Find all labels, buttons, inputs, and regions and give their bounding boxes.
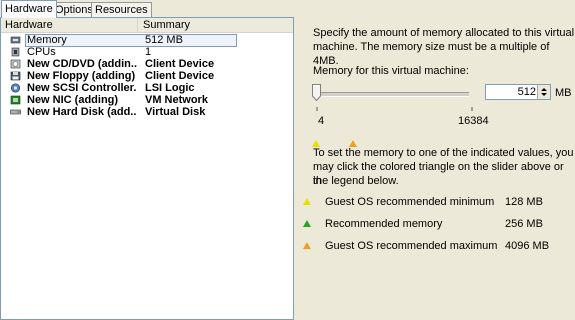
legend-recommended[interactable]: Recommended memory 256 MB	[303, 218, 563, 232]
slider-min-label: 4	[318, 115, 325, 127]
cd-dvd-icon	[10, 59, 21, 69]
scsi-controller-icon	[10, 83, 21, 93]
memory-description-line-1: Specify the amount of memory allocated t…	[313, 27, 575, 39]
hardware-list: Hardware Summary Memory 512 MB CPUs 1 Ne…	[0, 17, 294, 320]
legend-label: Recommended memory	[325, 218, 443, 230]
maximum-triangle-icon[interactable]	[303, 242, 311, 249]
hardware-row-name: New NIC (adding)	[27, 94, 119, 106]
memory-spinner[interactable]: 512	[485, 84, 551, 100]
legend-amount: 128 MB	[505, 196, 543, 208]
hard-disk-icon	[10, 109, 21, 115]
spinner-arrows[interactable]	[537, 85, 550, 99]
legend-amount: 4096 MB	[505, 240, 550, 252]
slider-max-label: 16384	[458, 115, 489, 127]
cpu-icon	[11, 47, 20, 57]
hardware-row-scsi-controller[interactable]: New SCSI Controller... LSI Logic	[1, 82, 293, 94]
tab-resources[interactable]: Resources	[91, 2, 152, 17]
hardware-row-summary: Virtual Disk	[145, 106, 206, 118]
hardware-row-summary: LSI Logic	[145, 82, 195, 94]
minimum-triangle-icon[interactable]	[303, 198, 311, 205]
hardware-row-summary: Client Device	[145, 70, 215, 82]
hardware-list-header: Hardware Summary	[1, 18, 293, 33]
memory-label: Memory for this virtual machine:	[313, 65, 469, 77]
tab-hardware[interactable]: Hardware	[1, 0, 57, 18]
memory-slider-ticks	[316, 107, 473, 111]
hardware-row-name: New SCSI Controller...	[27, 82, 137, 94]
legend-minimum[interactable]: Guest OS recommended minimum 128 MB	[303, 196, 563, 210]
legend-label: Guest OS recommended minimum	[325, 196, 495, 208]
spinner-up-icon[interactable]	[541, 88, 547, 91]
hardware-row-name: New Hard Disk (add...	[27, 106, 137, 118]
memory-unit-label: MB	[555, 87, 572, 99]
hardware-row-cd-dvd[interactable]: New CD/DVD (addin... Client Device	[1, 58, 293, 70]
nic-icon	[10, 95, 21, 105]
hardware-row-name: Memory	[27, 34, 67, 46]
hardware-row-nic[interactable]: New NIC (adding) VM Network	[1, 94, 293, 106]
hardware-row-cpus[interactable]: CPUs 1	[1, 46, 293, 58]
floppy-icon	[10, 71, 21, 81]
hint-line-1: To set the memory to one of the indicate…	[313, 147, 574, 159]
legend-label: Guest OS recommended maximum	[325, 240, 498, 252]
spinner-down-icon[interactable]	[541, 93, 547, 96]
column-header-summary[interactable]: Summary	[139, 18, 293, 32]
memory-spinner-value[interactable]: 512	[518, 86, 536, 99]
hardware-row-memory[interactable]: Memory 512 MB	[1, 34, 293, 47]
column-header-hardware[interactable]: Hardware	[1, 18, 138, 32]
hardware-row-name: New CD/DVD (addin...	[27, 58, 137, 70]
hardware-row-name: New Floppy (adding)	[27, 70, 136, 82]
memory-slider-track[interactable]	[317, 92, 469, 97]
hardware-row-summary: Client Device	[145, 58, 215, 70]
memory-slider-thumb[interactable]	[312, 84, 321, 101]
hardware-row-floppy[interactable]: New Floppy (adding) Client Device	[1, 70, 293, 82]
hardware-row-hard-disk[interactable]: New Hard Disk (add... Virtual Disk	[1, 106, 293, 118]
hardware-row-name: CPUs	[27, 46, 56, 58]
hardware-row-summary: VM Network	[145, 94, 208, 106]
legend-amount: 256 MB	[505, 218, 543, 230]
hardware-row-summary: 1	[145, 46, 152, 58]
legend-maximum[interactable]: Guest OS recommended maximum 4096 MB	[303, 240, 563, 254]
tab-strip: Hardware Options Resources	[0, 0, 575, 18]
memory-icon	[10, 36, 21, 44]
hardware-row-summary: 512 MB	[145, 34, 183, 46]
hint-line-3: the legend below.	[313, 175, 399, 187]
recommended-triangle-icon[interactable]	[303, 220, 311, 227]
